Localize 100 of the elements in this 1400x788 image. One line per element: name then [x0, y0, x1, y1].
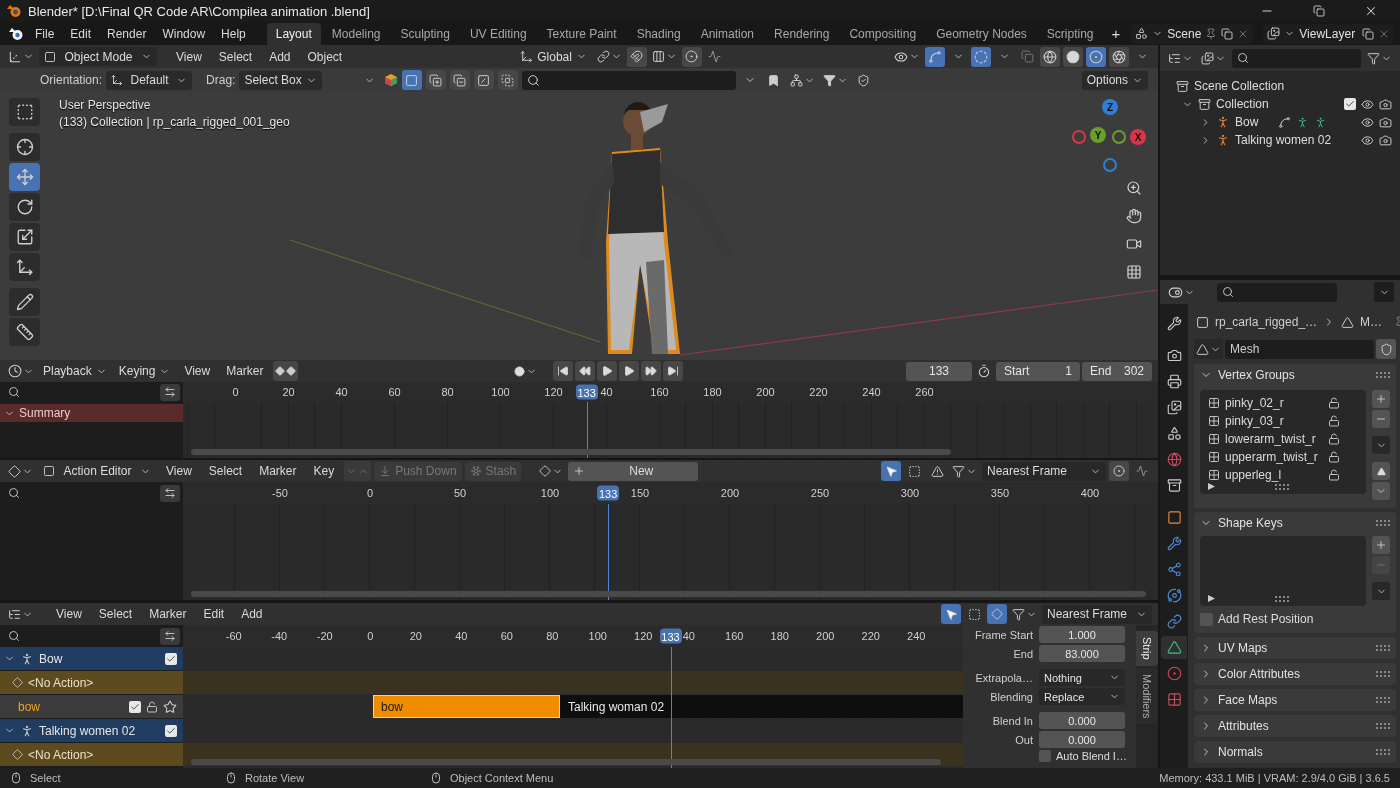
- frame-number: -50: [272, 487, 288, 499]
- frame-number: 180: [770, 630, 789, 642]
- frame-number: 220: [861, 630, 880, 642]
- outliner-row[interactable]: Scene Collection: [1160, 77, 1400, 95]
- sidebar-tab[interactable]: Strip: [1136, 631, 1158, 666]
- status-info: Memory: 433.1 MiB | VRAM: 2.9/4.0 GiB | 3.6.5: [1159, 772, 1390, 784]
- action-strip[interactable]: bow: [373, 695, 560, 718]
- action-strip[interactable]: Talking woman 02: [560, 695, 963, 718]
- track-header[interactable]: <No Action>: [0, 743, 183, 766]
- snap-dropdown[interactable]: Nearest Frame: [982, 461, 1106, 481]
- number-field[interactable]: 1.000: [1039, 626, 1125, 643]
- workspace-tab[interactable]: Layout: [266, 22, 321, 45]
- frame-number: 0: [366, 487, 374, 499]
- view-layer-selector[interactable]: ViewLayer: [1263, 23, 1394, 44]
- menu-item[interactable]: Edit: [63, 24, 99, 43]
- frame-number: 0: [367, 630, 374, 642]
- workspace-tab[interactable]: Scripting: [1037, 22, 1103, 45]
- new-action-button[interactable]: New: [568, 461, 699, 481]
- workspace-tab[interactable]: Texture Paint: [537, 22, 626, 45]
- frame-number: 240: [907, 630, 926, 642]
- number-field[interactable]: 0.000: [1039, 712, 1125, 729]
- breadcrumb-item[interactable]: rp_carla_rigged_…: [1215, 315, 1318, 329]
- status-hint: Select: [30, 772, 61, 784]
- menu-item[interactable]: File: [28, 24, 62, 43]
- panel-header[interactable]: Attributes: [1194, 715, 1396, 737]
- current-frame-indicator[interactable]: 133: [659, 628, 682, 644]
- outliner-row[interactable]: Collection: [1160, 95, 1400, 113]
- menu-item[interactable]: Select: [201, 462, 250, 480]
- orientation-dropdown[interactable]: Default: [106, 70, 193, 90]
- menu-item[interactable]: Help: [214, 24, 253, 43]
- menu-item[interactable]: Add: [262, 47, 298, 66]
- menu-item[interactable]: Object: [300, 47, 350, 66]
- vertex-group-item[interactable]: pinky_02_r: [1208, 394, 1366, 412]
- workspace-tab[interactable]: UV Editing: [460, 22, 536, 45]
- mesh-name-field[interactable]: Mesh: [1225, 339, 1374, 359]
- menu-item[interactable]: Select: [211, 47, 260, 66]
- workspace-tab[interactable]: Rendering: [765, 22, 839, 45]
- field-label: End: [1012, 647, 1033, 660]
- panel-header[interactable]: Vertex Groups: [1194, 364, 1396, 386]
- frame-number: 150: [630, 487, 650, 499]
- track-header[interactable]: bow: [0, 695, 183, 718]
- auto-blend-checkbox[interactable]: Auto Blend I…: [1039, 750, 1130, 762]
- panel-header[interactable]: Color Attributes: [1194, 663, 1396, 685]
- frame-number: 50: [453, 487, 467, 499]
- track-header[interactable]: Talking women 02: [0, 719, 183, 742]
- menu-item[interactable]: Window: [155, 24, 213, 43]
- workspace-tab[interactable]: Animation: [691, 22, 764, 45]
- menu-item[interactable]: View: [177, 362, 218, 380]
- vertex-group-item[interactable]: upperleg_l: [1208, 466, 1366, 484]
- track-header[interactable]: <No Action>: [0, 671, 183, 694]
- menu-item[interactable]: View: [49, 605, 89, 623]
- menu-item[interactable]: Edit: [196, 605, 232, 623]
- number-field[interactable]: 0.000: [1039, 731, 1125, 748]
- workspace-tab[interactable]: Compositing: [840, 22, 926, 45]
- current-frame-field[interactable]: 133: [906, 361, 972, 381]
- current-frame-indicator[interactable]: 133: [575, 384, 598, 400]
- frame-number: 0: [232, 386, 239, 398]
- current-frame-indicator[interactable]: 133: [597, 485, 620, 501]
- vertex-group-item[interactable]: upperarm_twist_r: [1208, 448, 1366, 466]
- panel-header[interactable]: Normals: [1194, 741, 1396, 763]
- menu-item[interactable]: Key: [306, 462, 342, 480]
- start-frame-field[interactable]: Start 1: [996, 361, 1080, 381]
- workspace-tab[interactable]: Geometry Nodes: [927, 22, 1036, 45]
- number-field[interactable]: 83.000: [1039, 645, 1125, 662]
- menu-item[interactable]: Marker: [219, 362, 271, 380]
- workspace-tab[interactable]: Shading: [627, 22, 690, 45]
- frame-number: 60: [500, 630, 513, 642]
- dropdown[interactable]: Nothing: [1039, 669, 1125, 686]
- outliner-row[interactable]: Talking women 02: [1160, 131, 1400, 149]
- options-dropdown[interactable]: Options: [1081, 70, 1148, 90]
- outliner-row[interactable]: Bow: [1160, 113, 1400, 131]
- workspace-tab[interactable]: Modeling: [322, 22, 390, 45]
- menu-item[interactable]: Add: [234, 605, 270, 623]
- snap-dropdown[interactable]: Nearest Frame: [1042, 604, 1152, 624]
- workspace-tab[interactable]: Sculpting: [391, 22, 459, 45]
- frame-number: 100: [588, 630, 607, 642]
- drag-dropdown[interactable]: Select Box: [239, 70, 322, 90]
- frame-number: 160: [725, 630, 744, 642]
- menu-item[interactable]: Select: [91, 605, 140, 623]
- scene-selector[interactable]: Scene: [1131, 23, 1254, 44]
- menu-item[interactable]: Marker: [252, 462, 304, 480]
- add-rest-position-checkbox[interactable]: Add Rest Position: [1200, 612, 1390, 626]
- menu-item[interactable]: View: [159, 462, 199, 480]
- panel-header[interactable]: Face Maps: [1194, 689, 1396, 711]
- panel-header[interactable]: Shape Keys: [1194, 512, 1396, 534]
- end-frame-field[interactable]: End 302: [1082, 361, 1152, 381]
- add-workspace-button[interactable]: +: [1104, 23, 1128, 44]
- panel-header[interactable]: UV Maps: [1194, 637, 1396, 659]
- mode-dropdown[interactable]: Object Mode: [39, 47, 157, 66]
- breadcrumb-item[interactable]: M…: [1360, 315, 1383, 329]
- vertex-group-item[interactable]: lowerarm_twist_r: [1208, 430, 1366, 448]
- summary-channel[interactable]: Summary: [0, 404, 183, 422]
- menu-item[interactable]: Marker: [142, 605, 194, 623]
- frame-number: 80: [441, 386, 454, 398]
- menu-item[interactable]: Render: [100, 24, 154, 43]
- dropdown[interactable]: Replace: [1039, 688, 1125, 705]
- sidebar-tab[interactable]: Modifiers: [1136, 667, 1158, 725]
- menu-item[interactable]: View: [169, 47, 209, 66]
- track-header[interactable]: Bow: [0, 647, 183, 670]
- vertex-group-item[interactable]: pinky_03_r: [1208, 412, 1366, 430]
